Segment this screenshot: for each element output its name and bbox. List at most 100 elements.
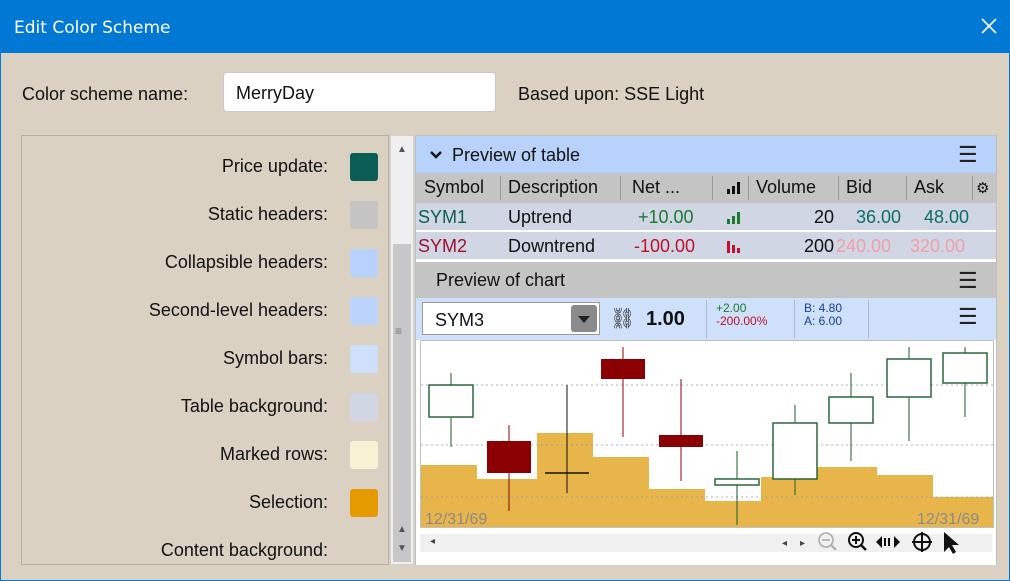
pointer-icon[interactable] xyxy=(944,532,959,554)
candle xyxy=(659,379,703,481)
scroll-down-icon[interactable]: ▼ xyxy=(397,543,407,554)
candle xyxy=(942,347,988,417)
menu-icon[interactable]: ☰ xyxy=(958,143,988,167)
chart-tools: ◂ ▸ xyxy=(782,532,959,554)
close-icon[interactable] xyxy=(977,14,1001,38)
color-row-label: Content background: xyxy=(160,540,328,560)
column-header[interactable]: Ask xyxy=(914,177,944,198)
candle xyxy=(601,347,645,437)
color-swatch[interactable] xyxy=(350,297,378,325)
chart-canvas: 12/31/69 12/31/69 xyxy=(421,347,993,528)
row-ask: 48.00 xyxy=(924,207,970,227)
vertical-scrollbar[interactable]: ▲ ≡ ▲ ▼ xyxy=(390,135,414,565)
row-ask: 320.00 xyxy=(910,236,966,256)
row-volume: 200 xyxy=(804,236,835,256)
scheme-name-input[interactable]: MerryDay xyxy=(223,72,496,112)
column-header[interactable]: Volume xyxy=(756,177,816,198)
color-row-label: Price update: xyxy=(221,156,328,176)
color-row-label: Marked rows: xyxy=(219,444,328,464)
column-header[interactable]: Symbol xyxy=(424,177,484,198)
scroll-left-icon: ◂ xyxy=(782,538,787,549)
color-row-second-level-headers: Second-level headers: xyxy=(22,296,390,326)
color-row-label: Collapsible headers: xyxy=(164,252,328,272)
uptrend-icon xyxy=(727,212,740,224)
row-net: +10.00 xyxy=(638,207,694,227)
row-description: Uptrend xyxy=(508,207,573,227)
color-row-collapsible-headers: Collapsible headers: xyxy=(22,248,390,278)
table-preview-title: Preview of table xyxy=(452,145,581,165)
scroll-up-icon[interactable]: ▲ xyxy=(397,144,407,155)
chevron-down-icon[interactable] xyxy=(430,150,442,160)
scroll-up-icon[interactable]: ▲ xyxy=(397,524,407,535)
candle xyxy=(886,347,932,441)
table-preview-header[interactable]: Preview of table ☰ xyxy=(416,136,996,173)
color-swatch[interactable] xyxy=(350,441,378,469)
row-description: Downtrend xyxy=(508,236,596,256)
table-row[interactable]: SYM1 Uptrend +10.00 20 36.00 48.00 xyxy=(416,203,996,231)
grip-icon: ≡ xyxy=(395,324,403,338)
color-row-static-headers: Static headers: xyxy=(22,200,390,230)
percent-change: -200.00% xyxy=(716,314,768,328)
zoom-out-icon xyxy=(818,532,837,551)
color-row-selection: Selection: xyxy=(22,488,390,518)
color-swatch[interactable] xyxy=(350,393,378,421)
color-row-content-background: Content background: xyxy=(22,536,390,566)
zoom-in-icon[interactable] xyxy=(848,532,867,551)
downtrend-icon xyxy=(727,241,740,253)
column-header[interactable]: Description xyxy=(508,177,598,198)
crosshair-icon[interactable] xyxy=(912,532,932,552)
color-row-label: Static headers: xyxy=(207,204,328,224)
candle xyxy=(428,373,474,447)
change-block: +2.00 -200.00% xyxy=(716,302,767,328)
color-row-table-background: Table background: xyxy=(22,392,390,422)
chart-toolbar: ◂ ◂ ▸ xyxy=(416,528,996,565)
color-row-label: Second-level headers: xyxy=(148,300,328,320)
edit-color-scheme-dialog: Edit Color Scheme Color scheme name: Mer… xyxy=(0,0,1010,581)
chart-preview-title: Preview of chart xyxy=(436,270,566,290)
candle xyxy=(828,373,874,461)
bid-ask-block: B: 4.80 A: 6.00 xyxy=(804,302,842,328)
color-row-label: Symbol bars: xyxy=(222,348,328,368)
row-bid: 36.00 xyxy=(856,207,902,227)
menu-icon[interactable]: ☰ xyxy=(958,305,988,329)
scroll-right-icon: ▸ xyxy=(800,538,805,549)
symbol-bar: SYM3 ⛓ 1.00 +2.00 -200.00% B: 4.80 A: 6.… xyxy=(416,298,996,340)
pan-icon[interactable] xyxy=(876,536,900,548)
scroll-thumb[interactable] xyxy=(393,244,411,562)
color-swatch[interactable] xyxy=(350,153,378,181)
column-header[interactable]: Bid xyxy=(846,177,872,198)
menu-icon[interactable]: ☰ xyxy=(958,269,988,293)
last-price: 1.00 xyxy=(646,308,685,330)
date-left-label: 12/31/69 xyxy=(425,511,487,527)
row-volume: 20 xyxy=(814,207,835,227)
color-swatch[interactable] xyxy=(350,489,378,517)
color-row-price-update: Price update: xyxy=(22,152,390,182)
scheme-name-label: Color scheme name: xyxy=(22,84,189,104)
chevron-down-icon[interactable] xyxy=(571,305,597,332)
color-swatch[interactable] xyxy=(350,249,378,277)
color-row-marked-rows: Marked rows: xyxy=(22,440,390,470)
row-symbol: SYM1 xyxy=(418,207,468,227)
table-column-headers: Symbol Description Net ... Volume Bid As… xyxy=(416,173,996,203)
color-swatch[interactable] xyxy=(350,201,378,229)
chart-preview-header[interactable]: Preview of chart ☰ xyxy=(416,262,996,298)
ask-value: A: 6.00 xyxy=(804,314,843,328)
table-row[interactable]: SYM2 Downtrend -100.00 200 240.00 320.00 xyxy=(416,232,996,260)
column-header[interactable]: Net ... xyxy=(632,177,680,198)
price-chart[interactable]: 12/31/69 12/31/69 xyxy=(420,340,994,528)
row-net: -100.00 xyxy=(634,236,696,256)
link-icon[interactable]: ⛓ xyxy=(610,306,635,331)
color-row-label: Selection: xyxy=(248,492,328,512)
based-upon-text: Based upon: SSE Light xyxy=(518,84,705,104)
color-row-symbol-bars: Symbol bars: xyxy=(22,344,390,374)
row-symbol: SYM2 xyxy=(418,236,468,256)
color-settings-list: Price update: Static headers: Collapsibl… xyxy=(21,135,389,565)
symbol-value: SYM3 xyxy=(435,310,485,330)
trend-icon xyxy=(727,182,740,194)
scroll-left-icon[interactable]: ◂ xyxy=(430,536,435,547)
title-bar: Edit Color Scheme xyxy=(1,1,1009,53)
symbol-select[interactable]: SYM3 xyxy=(422,302,600,335)
color-row-label: Table background: xyxy=(180,396,328,416)
gear-icon[interactable]: ⚙ xyxy=(976,179,989,197)
color-swatch[interactable] xyxy=(350,345,378,373)
